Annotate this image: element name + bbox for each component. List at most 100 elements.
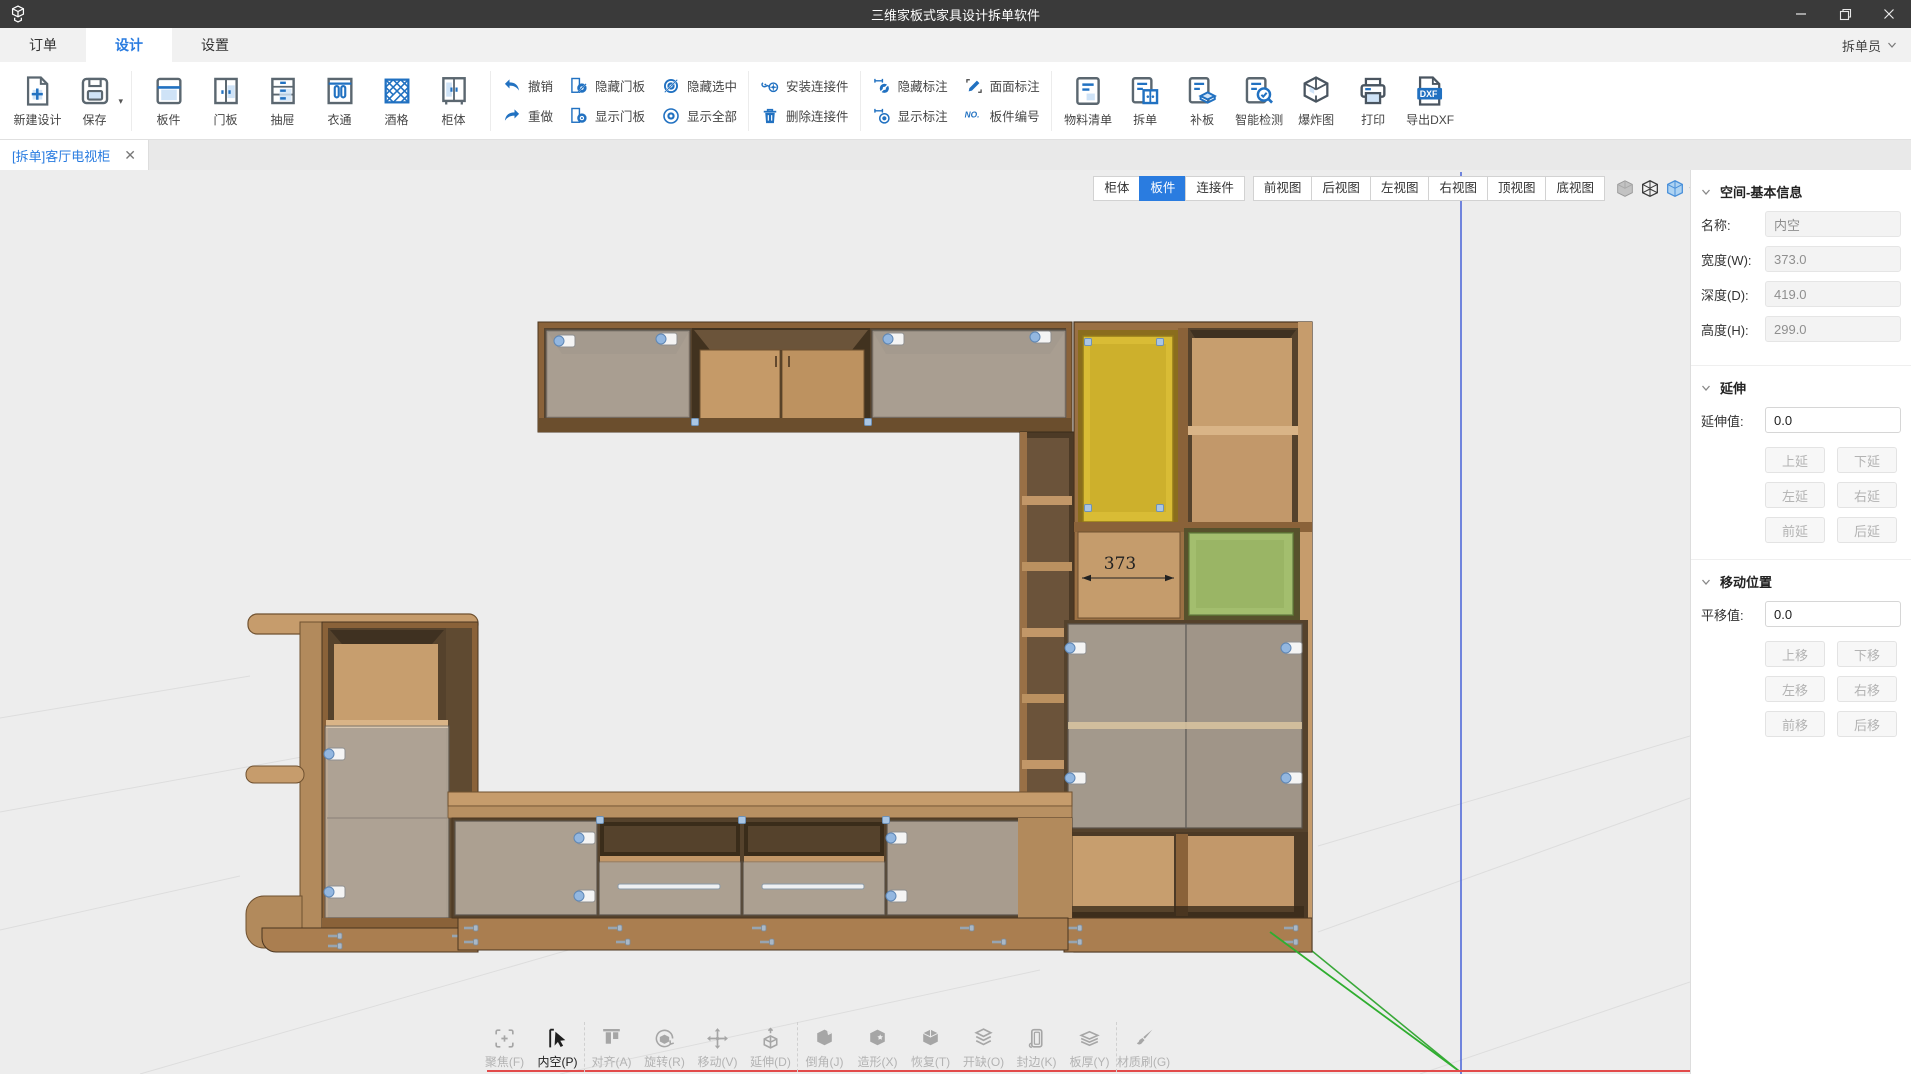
display-mode-label: 板件 bbox=[1150, 181, 1175, 195]
ribbon-action-button[interactable]: 安装连接件 bbox=[760, 76, 849, 96]
menu-tab[interactable]: 订单 bbox=[0, 28, 86, 62]
ribbon-action-button[interactable]: 撤销 bbox=[502, 76, 553, 96]
ribbon-output-button[interactable]: 打印 ▾ bbox=[1345, 74, 1402, 128]
ribbon-output-button[interactable]: 补板 ▾ bbox=[1174, 74, 1231, 128]
bottom-tool[interactable]: 开缺(O) bbox=[957, 1022, 1010, 1072]
section-header[interactable]: 延伸 bbox=[1701, 378, 1901, 397]
view-direction-button[interactable]: 左视图 bbox=[1370, 176, 1430, 201]
ribbon-action-button[interactable]: 面面标注 bbox=[964, 76, 1040, 96]
ribbon-action-button[interactable]: 显示标注 bbox=[872, 106, 948, 126]
render-mode-button[interactable]: ▾ bbox=[1639, 178, 1661, 200]
ribbon-output-button[interactable]: 爆炸图 ▾ bbox=[1288, 74, 1345, 128]
right-column[interactable] bbox=[1064, 322, 1312, 952]
extend-value-input[interactable] bbox=[1765, 407, 1901, 433]
ribbon-output-button[interactable]: 拆单 ▾ bbox=[1117, 74, 1174, 128]
view-direction-button[interactable]: 底视图 bbox=[1545, 176, 1605, 201]
tv-bench[interactable] bbox=[448, 792, 1072, 950]
ribbon-label: 删除连接件 bbox=[786, 106, 849, 125]
ribbon-output-button[interactable]: DXF 导出DXF ▾ bbox=[1402, 74, 1459, 128]
panel-section-basic-info: 空间-基本信息 名称: 宽度(W): 深度(D): bbox=[1691, 170, 1911, 365]
restore-button[interactable] bbox=[1823, 0, 1867, 28]
bottom-tool[interactable]: 恢复(T) bbox=[904, 1022, 957, 1072]
bottom-tool-palette: 聚焦(F) 内空(P) 对齐(A) bbox=[478, 1022, 1170, 1072]
ribbon-action-button[interactable]: 隐藏标注 bbox=[872, 76, 948, 96]
document-tab[interactable]: [拆单]客厅电视柜 ✕ bbox=[0, 140, 149, 170]
view-direction-button[interactable]: 后视图 bbox=[1311, 176, 1371, 201]
ribbon-action-button[interactable]: NO. 板件编号 bbox=[964, 106, 1040, 126]
view-direction-button[interactable]: 前视图 bbox=[1253, 176, 1313, 201]
ribbon-action-button[interactable]: 隐藏门板 bbox=[569, 76, 645, 96]
view-direction-button[interactable]: 顶视图 bbox=[1487, 176, 1547, 201]
dropdown-caret-icon[interactable]: ▾ bbox=[118, 96, 123, 107]
dimensioned-panel[interactable] bbox=[1078, 532, 1180, 618]
ribbon-label: 保存 bbox=[82, 111, 106, 128]
bottom-tool[interactable]: 封边(K) bbox=[1010, 1022, 1063, 1072]
ribbon-icon bbox=[323, 74, 357, 108]
ribbon-divider bbox=[860, 71, 861, 131]
ribbon-component-button[interactable]: 门板 ▾ bbox=[197, 74, 254, 128]
move-value-input[interactable] bbox=[1765, 601, 1901, 627]
secondary-space-green[interactable] bbox=[1184, 528, 1300, 620]
ribbon-action-button[interactable]: 显示门板 bbox=[569, 106, 645, 126]
ribbon-output-button[interactable]: 物料清单 ▾ bbox=[1060, 74, 1117, 128]
ribbon-label: 撤销 bbox=[528, 76, 553, 95]
bottom-tool[interactable]: 材质刷(G) bbox=[1117, 1022, 1170, 1072]
ribbon-label: 物料清单 bbox=[1064, 111, 1112, 128]
view-direction-label: 顶视图 bbox=[1498, 181, 1536, 195]
ribbon-action-button[interactable]: 删除连接件 bbox=[760, 106, 849, 126]
tool-label: 造形(X) bbox=[858, 1053, 898, 1070]
bottom-tool[interactable]: 内空(P) bbox=[531, 1022, 584, 1072]
selected-space-yellow[interactable] bbox=[1078, 330, 1178, 528]
render-mode-button[interactable]: ▾ bbox=[1614, 178, 1636, 200]
menu-tab[interactable]: 设计 bbox=[86, 28, 172, 62]
bottom-tool[interactable]: 移动(V) bbox=[691, 1022, 744, 1072]
dropdown-caret-icon[interactable]: ▾ bbox=[1689, 184, 1690, 195]
minimize-button[interactable] bbox=[1779, 0, 1823, 28]
button-label: 后延 bbox=[1854, 524, 1880, 539]
ribbon-component-button[interactable]: 板件 ▾ bbox=[140, 74, 197, 128]
wall-cabinet-row[interactable] bbox=[538, 322, 1072, 432]
bottom-tool[interactable]: 倒角(J) bbox=[798, 1022, 851, 1072]
view-direction-button[interactable]: 右视图 bbox=[1428, 176, 1488, 201]
bottom-tool[interactable]: 造形(X) bbox=[851, 1022, 904, 1072]
3d-scene[interactable]: 373 bbox=[0, 170, 1690, 1074]
chevron-down-icon bbox=[1701, 383, 1711, 393]
ribbon-component-button[interactable]: 酒格 ▾ bbox=[368, 74, 425, 128]
ribbon-output-button[interactable]: 智能检测 ▾ bbox=[1231, 74, 1288, 128]
ribbon-action-button[interactable]: 显示全部 bbox=[661, 106, 737, 126]
left-section[interactable] bbox=[246, 614, 478, 952]
bottom-tool[interactable]: 聚焦(F) bbox=[478, 1022, 531, 1072]
render-mode-button[interactable]: ▾ bbox=[1664, 178, 1686, 200]
display-mode-button[interactable]: 连接件 bbox=[1185, 176, 1245, 201]
bottom-tool[interactable]: 旋转(R) bbox=[638, 1022, 691, 1072]
ribbon-file-button[interactable]: 新建设计 ▾ bbox=[9, 74, 66, 128]
ribbon-component-button[interactable]: 衣通 ▾ bbox=[311, 74, 368, 128]
chevron-down-icon bbox=[1701, 577, 1711, 587]
ribbon-component-button[interactable]: 抽屉 ▾ bbox=[254, 74, 311, 128]
chevron-down-icon bbox=[1701, 187, 1711, 197]
display-mode-label: 连接件 bbox=[1196, 181, 1234, 195]
ribbon-component-button[interactable]: 柜体 ▾ bbox=[425, 74, 482, 128]
tab-close-icon[interactable]: ✕ bbox=[124, 147, 136, 164]
display-mode-button[interactable]: 柜体 bbox=[1093, 176, 1140, 201]
bottom-tool[interactable]: 对齐(A) bbox=[585, 1022, 638, 1072]
user-role-dropdown[interactable]: 拆单员 bbox=[1842, 28, 1897, 62]
ribbon-label: 柜体 bbox=[441, 111, 465, 128]
menu-tab[interactable]: 设置 bbox=[172, 28, 258, 62]
close-button[interactable] bbox=[1867, 0, 1911, 28]
ribbon-file-button[interactable]: 保存 ▾ bbox=[66, 74, 123, 128]
tv-cabinet-model[interactable]: 373 bbox=[246, 322, 1312, 952]
section-header[interactable]: 移动位置 bbox=[1701, 572, 1901, 591]
bottom-tool[interactable]: 延伸(D) bbox=[744, 1022, 797, 1072]
bottom-tool[interactable]: 板厚(Y) bbox=[1063, 1022, 1116, 1072]
ribbon-action-button[interactable]: 隐藏选中 bbox=[661, 76, 737, 96]
3d-viewport[interactable]: 373 柜体 板件 bbox=[0, 170, 1690, 1074]
ribbon-action-button[interactable]: 重做 bbox=[502, 106, 553, 126]
tool-label: 内空(P) bbox=[538, 1053, 578, 1070]
display-mode-button[interactable]: 板件 bbox=[1139, 176, 1186, 201]
section-header[interactable]: 空间-基本信息 bbox=[1701, 182, 1901, 201]
ribbon-icon bbox=[152, 74, 186, 108]
move-direction-button: 上移 bbox=[1765, 641, 1825, 667]
tool-icon bbox=[812, 1026, 837, 1051]
tool-label: 移动(V) bbox=[698, 1053, 738, 1070]
